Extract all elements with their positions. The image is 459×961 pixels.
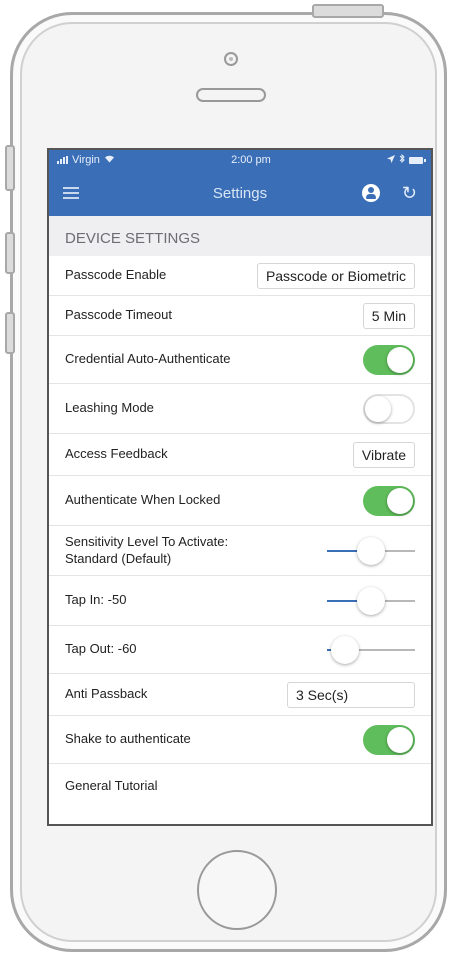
authenticate-when-locked-toggle[interactable] [363, 485, 415, 516]
anti-passback-row: Anti Passback 3 Sec(s) [49, 674, 431, 716]
authenticate-when-locked-row: Authenticate When Locked [49, 476, 431, 526]
location-arrow-icon [387, 154, 395, 166]
anti-passback-label: Anti Passback [65, 686, 148, 702]
leashing-mode-toggle[interactable] [363, 393, 415, 424]
sensitivity-label: Sensitivity Level To Activate: Standard … [65, 534, 228, 567]
signal-icon [57, 156, 68, 164]
access-feedback-row: Access Feedback Vibrate [49, 434, 431, 476]
tap-out-row: Tap Out: -60 [49, 626, 431, 674]
refresh-icon[interactable]: ↻ [402, 184, 417, 202]
sensitivity-label-line2: Standard (Default) [65, 550, 172, 566]
credential-auto-authenticate-row: Credential Auto-Authenticate [49, 336, 431, 384]
volume-down-button [5, 312, 15, 354]
status-time: 2:00 pm [231, 154, 271, 166]
anti-passback-select[interactable]: 3 Sec(s) [287, 681, 415, 708]
power-button [312, 4, 384, 18]
tap-in-row: Tap In: -50 [49, 576, 431, 626]
general-tutorial-label: General Tutorial [65, 777, 158, 793]
tap-out-slider[interactable] [327, 635, 415, 665]
hamburger-menu-icon[interactable] [63, 187, 79, 199]
passcode-timeout-row: Passcode Timeout 5 Min [49, 296, 431, 336]
shake-to-authenticate-label: Shake to authenticate [65, 731, 191, 747]
tap-out-label: Tap Out: -60 [65, 641, 137, 657]
status-bar: Virgin 2:00 pm [49, 150, 431, 170]
app-screen: Virgin 2:00 pm Settings ↻ DEVICE SETTING… [47, 148, 433, 826]
sensitivity-row: Sensitivity Level To Activate: Standard … [49, 526, 431, 576]
carrier-label: Virgin [72, 154, 100, 166]
battery-icon [409, 156, 426, 164]
home-button[interactable] [197, 850, 277, 930]
credential-auto-authenticate-label: Credential Auto-Authenticate [65, 351, 231, 367]
tap-in-slider[interactable] [327, 586, 415, 616]
navigation-bar: Settings ↻ [49, 170, 431, 216]
earpiece-speaker [196, 88, 266, 102]
volume-up-button [5, 232, 15, 274]
sensitivity-slider[interactable] [327, 536, 415, 566]
tap-in-label: Tap In: -50 [65, 592, 127, 608]
passcode-enable-select[interactable]: Passcode or Biometric [256, 262, 415, 289]
general-tutorial-row[interactable]: General Tutorial [49, 764, 431, 808]
credential-auto-authenticate-toggle[interactable] [363, 344, 415, 375]
passcode-enable-row: Passcode Enable Passcode or Biometric [49, 256, 431, 296]
shake-to-authenticate-row: Shake to authenticate [49, 716, 431, 764]
section-header: DEVICE SETTINGS [49, 216, 431, 256]
shake-to-authenticate-toggle[interactable] [363, 724, 415, 755]
silent-switch [5, 145, 15, 191]
tap-out-slider-thumb[interactable] [330, 635, 359, 664]
passcode-timeout-select[interactable]: 5 Min [362, 302, 415, 329]
profile-icon[interactable] [361, 184, 380, 202]
leashing-mode-label: Leashing Mode [65, 400, 154, 416]
tap-in-slider-thumb[interactable] [357, 586, 385, 615]
passcode-enable-label: Passcode Enable [65, 267, 167, 283]
wifi-icon [104, 154, 115, 166]
passcode-timeout-label: Passcode Timeout [65, 307, 172, 323]
leashing-mode-row: Leashing Mode [49, 384, 431, 434]
front-camera [224, 52, 238, 66]
authenticate-when-locked-label: Authenticate When Locked [65, 492, 221, 508]
access-feedback-label: Access Feedback [65, 446, 168, 462]
access-feedback-select[interactable]: Vibrate [352, 441, 415, 468]
bluetooth-icon [399, 153, 405, 166]
sensitivity-slider-thumb[interactable] [357, 536, 385, 565]
sensitivity-label-line1: Sensitivity Level To Activate: [65, 534, 229, 550]
